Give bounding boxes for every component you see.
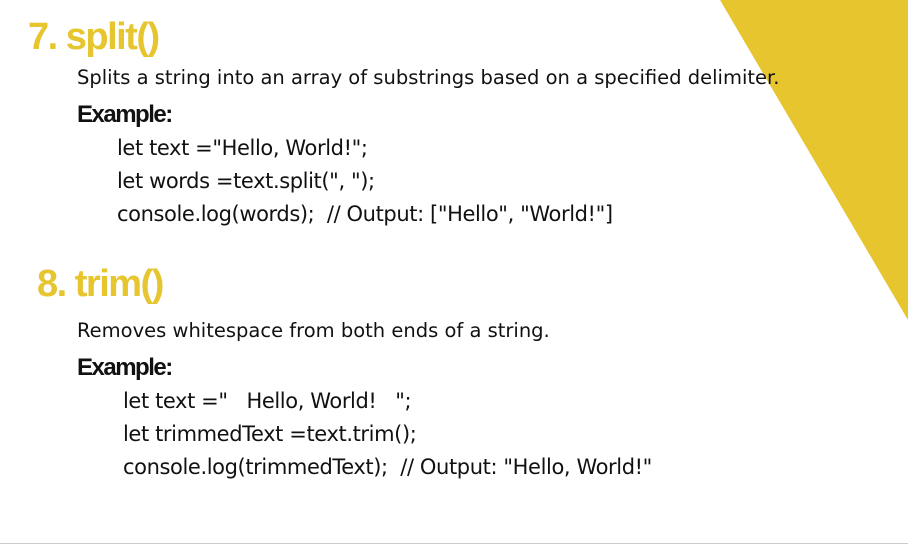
bottom-divider [0,543,908,544]
code-line-trim-3: console.log(trimmedText); // Output: "He… [123,455,652,479]
example-label-trim: Example: [77,354,173,381]
code-line-split-2: let words =text.split(", "); [117,169,375,193]
section-heading-split: 7. split() [28,16,160,58]
section-description-trim: Removes whitespace from both ends of a s… [77,319,550,342]
code-line-split-3: console.log(words); // Output: ["Hello",… [117,202,613,226]
section-description-split: Splits a string into an array of substri… [77,66,780,89]
code-line-trim-1: let text =" Hello, World! "; [123,389,412,413]
section-heading-trim: 8. trim() [37,263,164,305]
code-line-split-1: let text ="Hello, World!"; [117,136,368,160]
example-label-split: Example: [77,101,173,128]
code-line-trim-2: let trimmedText =text.trim(); [123,422,417,446]
yellow-triangle-shape [720,0,908,320]
